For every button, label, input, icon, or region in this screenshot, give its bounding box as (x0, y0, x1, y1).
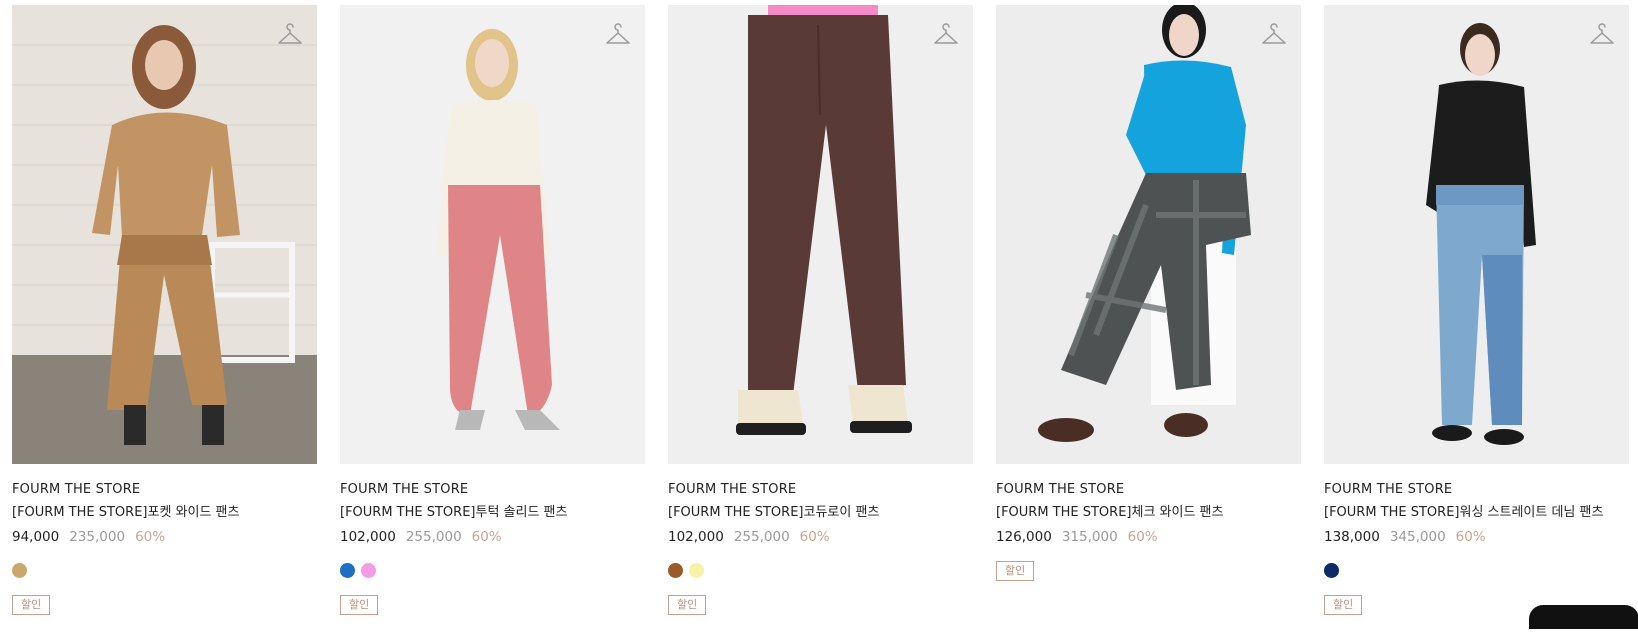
product-brand[interactable]: FOURM THE STORE (668, 482, 973, 498)
color-swatch[interactable] (689, 563, 704, 578)
product-card[interactable]: FOURM THE STORE [FOURM THE STORE]투턱 솔리드 … (340, 5, 645, 615)
hanger-icon[interactable] (1261, 23, 1287, 49)
original-price: 255,000 (733, 529, 790, 545)
price-row: 94,000 235,000 60% (12, 528, 317, 546)
product-name[interactable]: [FOURM THE STORE]체크 와이드 팬츠 (996, 504, 1301, 522)
product-brand[interactable]: FOURM THE STORE (996, 482, 1301, 498)
sale-price: 138,000 (1324, 529, 1380, 545)
product-brand[interactable]: FOURM THE STORE (340, 482, 645, 498)
sale-price: 94,000 (12, 529, 60, 545)
product-name[interactable]: [FOURM THE STORE]포켓 와이드 팬츠 (12, 504, 317, 522)
product-name[interactable]: [FOURM THE STORE]워싱 스트레이트 데님 팬츠 (1324, 504, 1629, 522)
price-row: 138,000 345,000 60% (1324, 528, 1629, 546)
sale-badge: 할인 (1324, 595, 1363, 615)
color-swatches (340, 563, 645, 578)
floating-button-edge[interactable] (1529, 605, 1638, 629)
sale-price: 126,000 (996, 529, 1052, 545)
sale-badge: 할인 (12, 595, 51, 615)
color-swatches (1324, 563, 1629, 578)
color-swatch[interactable] (668, 563, 683, 578)
original-price: 345,000 (1389, 529, 1446, 545)
product-image[interactable] (1324, 5, 1629, 464)
hanger-icon[interactable] (1589, 23, 1615, 49)
color-swatch[interactable] (1324, 563, 1339, 578)
sale-badge: 할인 (668, 595, 707, 615)
discount-rate: 60% (1455, 529, 1486, 545)
original-price: 255,000 (405, 529, 462, 545)
discount-rate: 60% (1127, 529, 1158, 545)
price-row: 102,000 255,000 60% (340, 528, 645, 546)
sale-price: 102,000 (668, 529, 724, 545)
product-image[interactable] (668, 5, 973, 464)
product-name[interactable]: [FOURM THE STORE]코듀로이 팬츠 (668, 504, 973, 522)
product-image[interactable] (996, 5, 1301, 464)
product-card[interactable]: FOURM THE STORE [FOURM THE STORE]포켓 와이드 … (12, 5, 317, 615)
product-grid: FOURM THE STORE [FOURM THE STORE]포켓 와이드 … (12, 5, 1638, 629)
discount-rate: 60% (799, 529, 830, 545)
price-row: 102,000 255,000 60% (668, 528, 973, 546)
color-swatch[interactable] (12, 563, 27, 578)
product-image[interactable] (340, 5, 645, 464)
color-swatches (668, 563, 973, 578)
discount-rate: 60% (135, 529, 166, 545)
hanger-icon[interactable] (277, 23, 303, 49)
sale-badge: 할인 (996, 561, 1035, 581)
product-name[interactable]: [FOURM THE STORE]투턱 솔리드 팬츠 (340, 504, 645, 522)
color-swatches (12, 563, 317, 578)
product-card[interactable]: FOURM THE STORE [FOURM THE STORE]워싱 스트레이… (1324, 5, 1638, 629)
product-brand[interactable]: FOURM THE STORE (1324, 482, 1629, 498)
product-image[interactable] (12, 5, 317, 464)
price-row: 126,000 315,000 60% (996, 528, 1301, 546)
hanger-icon[interactable] (933, 23, 959, 49)
product-brand[interactable]: FOURM THE STORE (12, 482, 317, 498)
hanger-icon[interactable] (605, 23, 631, 49)
original-price: 235,000 (69, 529, 126, 545)
product-card[interactable]: FOURM THE STORE [FOURM THE STORE]체크 와이드 … (996, 5, 1301, 615)
original-price: 315,000 (1061, 529, 1118, 545)
discount-rate: 60% (471, 529, 502, 545)
sale-badge: 할인 (340, 595, 379, 615)
product-card[interactable]: FOURM THE STORE [FOURM THE STORE]코듀로이 팬츠… (668, 5, 973, 615)
color-swatch[interactable] (361, 563, 376, 578)
sale-price: 102,000 (340, 529, 396, 545)
color-swatch[interactable] (340, 563, 355, 578)
